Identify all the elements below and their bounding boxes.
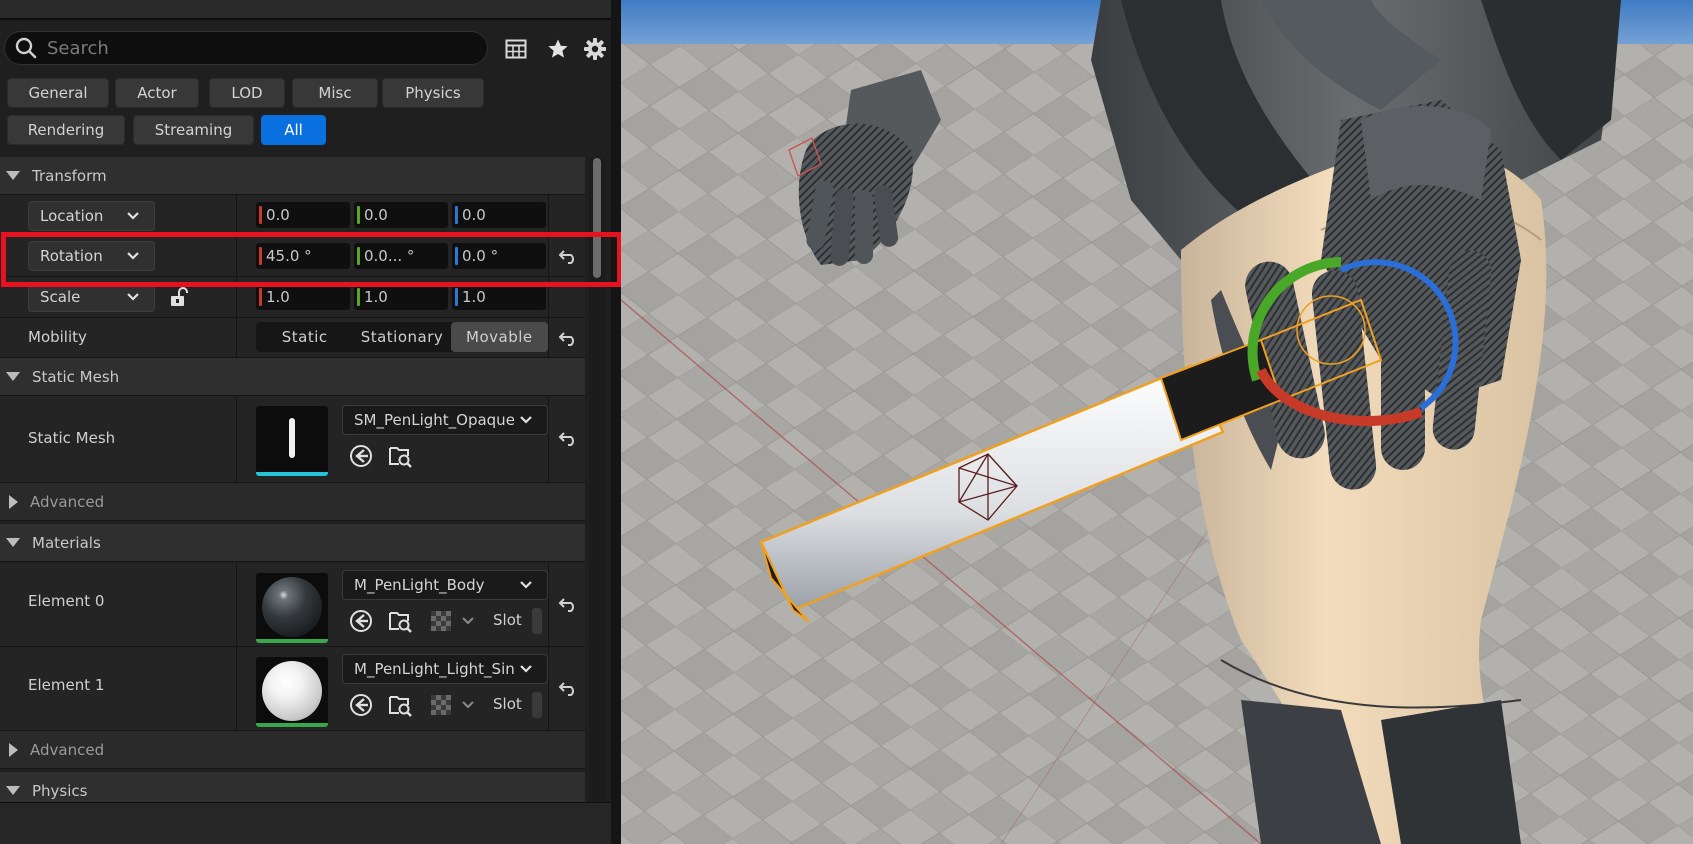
filter-physics[interactable]: Physics bbox=[382, 78, 484, 108]
static-mesh-thumbnail[interactable] bbox=[256, 406, 328, 476]
details-panel: General Actor LOD Misc Physics Rendering… bbox=[0, 0, 621, 844]
scale-x-field[interactable]: 1.0 bbox=[256, 284, 350, 310]
filter-general[interactable]: General bbox=[7, 78, 109, 108]
static-mesh-label: Static Mesh bbox=[28, 429, 116, 447]
browse-asset-icon[interactable] bbox=[387, 692, 413, 718]
material-asset-name: M_PenLight_Body bbox=[354, 576, 485, 594]
chevron-down-icon[interactable] bbox=[455, 692, 481, 718]
element-label: Element 0 bbox=[28, 592, 105, 610]
filter-lod[interactable]: LOD bbox=[209, 78, 285, 108]
element-label: Element 1 bbox=[28, 676, 105, 694]
scale-y-field[interactable]: 1.0 bbox=[354, 284, 448, 310]
section-label: Transform bbox=[32, 166, 107, 185]
material-asset-name: M_PenLight_Light_Single bbox=[354, 660, 514, 678]
use-selected-asset-icon[interactable] bbox=[348, 443, 374, 469]
gear-icon[interactable] bbox=[582, 36, 608, 62]
section-transform[interactable]: Transform bbox=[0, 157, 585, 195]
reset-to-default-icon[interactable] bbox=[556, 677, 580, 701]
use-selected-asset-icon[interactable] bbox=[348, 608, 374, 634]
filter-all[interactable]: All bbox=[261, 115, 326, 145]
panel-footer bbox=[0, 802, 611, 844]
scale-label: Scale bbox=[40, 288, 81, 306]
slot-label: Slot bbox=[493, 695, 522, 713]
checker-icon[interactable] bbox=[428, 608, 454, 634]
section-label: Advanced bbox=[30, 492, 105, 511]
chevron-down-icon bbox=[520, 416, 532, 424]
slot-label: Slot bbox=[493, 611, 522, 629]
slot-field[interactable] bbox=[532, 608, 542, 634]
panel-edge bbox=[611, 0, 621, 844]
mobility-movable[interactable]: Movable bbox=[450, 322, 548, 352]
mobility-static[interactable]: Static bbox=[256, 322, 353, 352]
filter-rendering[interactable]: Rendering bbox=[7, 115, 125, 145]
slot-field[interactable] bbox=[532, 692, 542, 718]
panel-header-strip bbox=[0, 0, 611, 20]
section-label: Advanced bbox=[30, 740, 105, 759]
browse-asset-icon[interactable] bbox=[387, 443, 413, 469]
search-box[interactable] bbox=[4, 31, 488, 65]
material-element-row: Element 0 M_PenLight_Body Slot bbox=[0, 563, 585, 647]
chevron-down-icon bbox=[520, 665, 532, 673]
material-thumbnail[interactable] bbox=[256, 573, 328, 643]
mobility-label: Mobility bbox=[28, 328, 87, 346]
expand-arrow-icon bbox=[9, 494, 18, 509]
lock-icon[interactable] bbox=[166, 284, 192, 310]
table-icon[interactable] bbox=[503, 36, 529, 62]
static-mesh-asset-name: SM_PenLight_Opaque bbox=[354, 411, 514, 429]
material-asset-picker[interactable]: M_PenLight_Body bbox=[342, 570, 548, 600]
static-mesh-row: Static Mesh SM_PenLight_Opaque bbox=[0, 396, 585, 483]
use-selected-asset-icon[interactable] bbox=[348, 692, 374, 718]
location-z-field[interactable]: 0.0 bbox=[452, 202, 546, 228]
collapse-arrow-icon bbox=[6, 372, 20, 381]
reset-to-default-icon[interactable] bbox=[556, 427, 580, 451]
star-icon[interactable] bbox=[545, 36, 571, 62]
collapse-arrow-icon bbox=[6, 171, 20, 180]
filter-misc[interactable]: Misc bbox=[292, 78, 378, 108]
location-y-field[interactable]: 0.0 bbox=[354, 202, 448, 228]
chevron-down-icon bbox=[127, 212, 139, 220]
section-label: Materials bbox=[32, 533, 101, 552]
location-dropdown[interactable]: Location bbox=[28, 201, 155, 231]
expand-arrow-icon bbox=[9, 742, 18, 757]
material-element-row: Element 1 M_PenLight_Light_Single Slot bbox=[0, 647, 585, 731]
material-thumbnail[interactable] bbox=[256, 657, 328, 727]
section-static-mesh-advanced[interactable]: Advanced bbox=[0, 483, 585, 521]
section-materials-advanced[interactable]: Advanced bbox=[0, 731, 585, 769]
rotation-highlight-box bbox=[1, 232, 622, 287]
reset-to-default-icon[interactable] bbox=[556, 593, 580, 617]
viewport-scene bbox=[621, 0, 1693, 844]
level-viewport[interactable] bbox=[621, 0, 1693, 844]
chevron-down-icon bbox=[520, 581, 532, 589]
reset-to-default-icon[interactable] bbox=[556, 327, 580, 351]
collapse-arrow-icon bbox=[6, 538, 20, 547]
static-mesh-asset-picker[interactable]: SM_PenLight_Opaque bbox=[342, 405, 548, 435]
filter-streaming[interactable]: Streaming bbox=[133, 115, 254, 145]
search-input[interactable] bbox=[47, 37, 447, 59]
mobility-stationary[interactable]: Stationary bbox=[353, 322, 450, 352]
chevron-down-icon[interactable] bbox=[455, 608, 481, 634]
location-x-field[interactable]: 0.0 bbox=[256, 202, 350, 228]
scale-z-field[interactable]: 1.0 bbox=[452, 284, 546, 310]
filter-actor[interactable]: Actor bbox=[115, 78, 199, 108]
location-label: Location bbox=[40, 207, 104, 225]
location-row: Location 0.0 0.0 0.0 bbox=[0, 195, 585, 236]
section-label: Static Mesh bbox=[32, 367, 120, 386]
mobility-selector[interactable]: Static Stationary Movable bbox=[256, 322, 548, 352]
material-asset-picker[interactable]: M_PenLight_Light_Single bbox=[342, 654, 548, 684]
chevron-down-icon bbox=[127, 293, 139, 301]
section-static-mesh[interactable]: Static Mesh bbox=[0, 358, 585, 396]
section-materials[interactable]: Materials bbox=[0, 524, 585, 562]
browse-asset-icon[interactable] bbox=[387, 608, 413, 634]
section-label: Physics bbox=[32, 781, 88, 800]
search-icon bbox=[15, 37, 37, 59]
checker-icon[interactable] bbox=[428, 692, 454, 718]
collapse-arrow-icon bbox=[6, 786, 20, 795]
